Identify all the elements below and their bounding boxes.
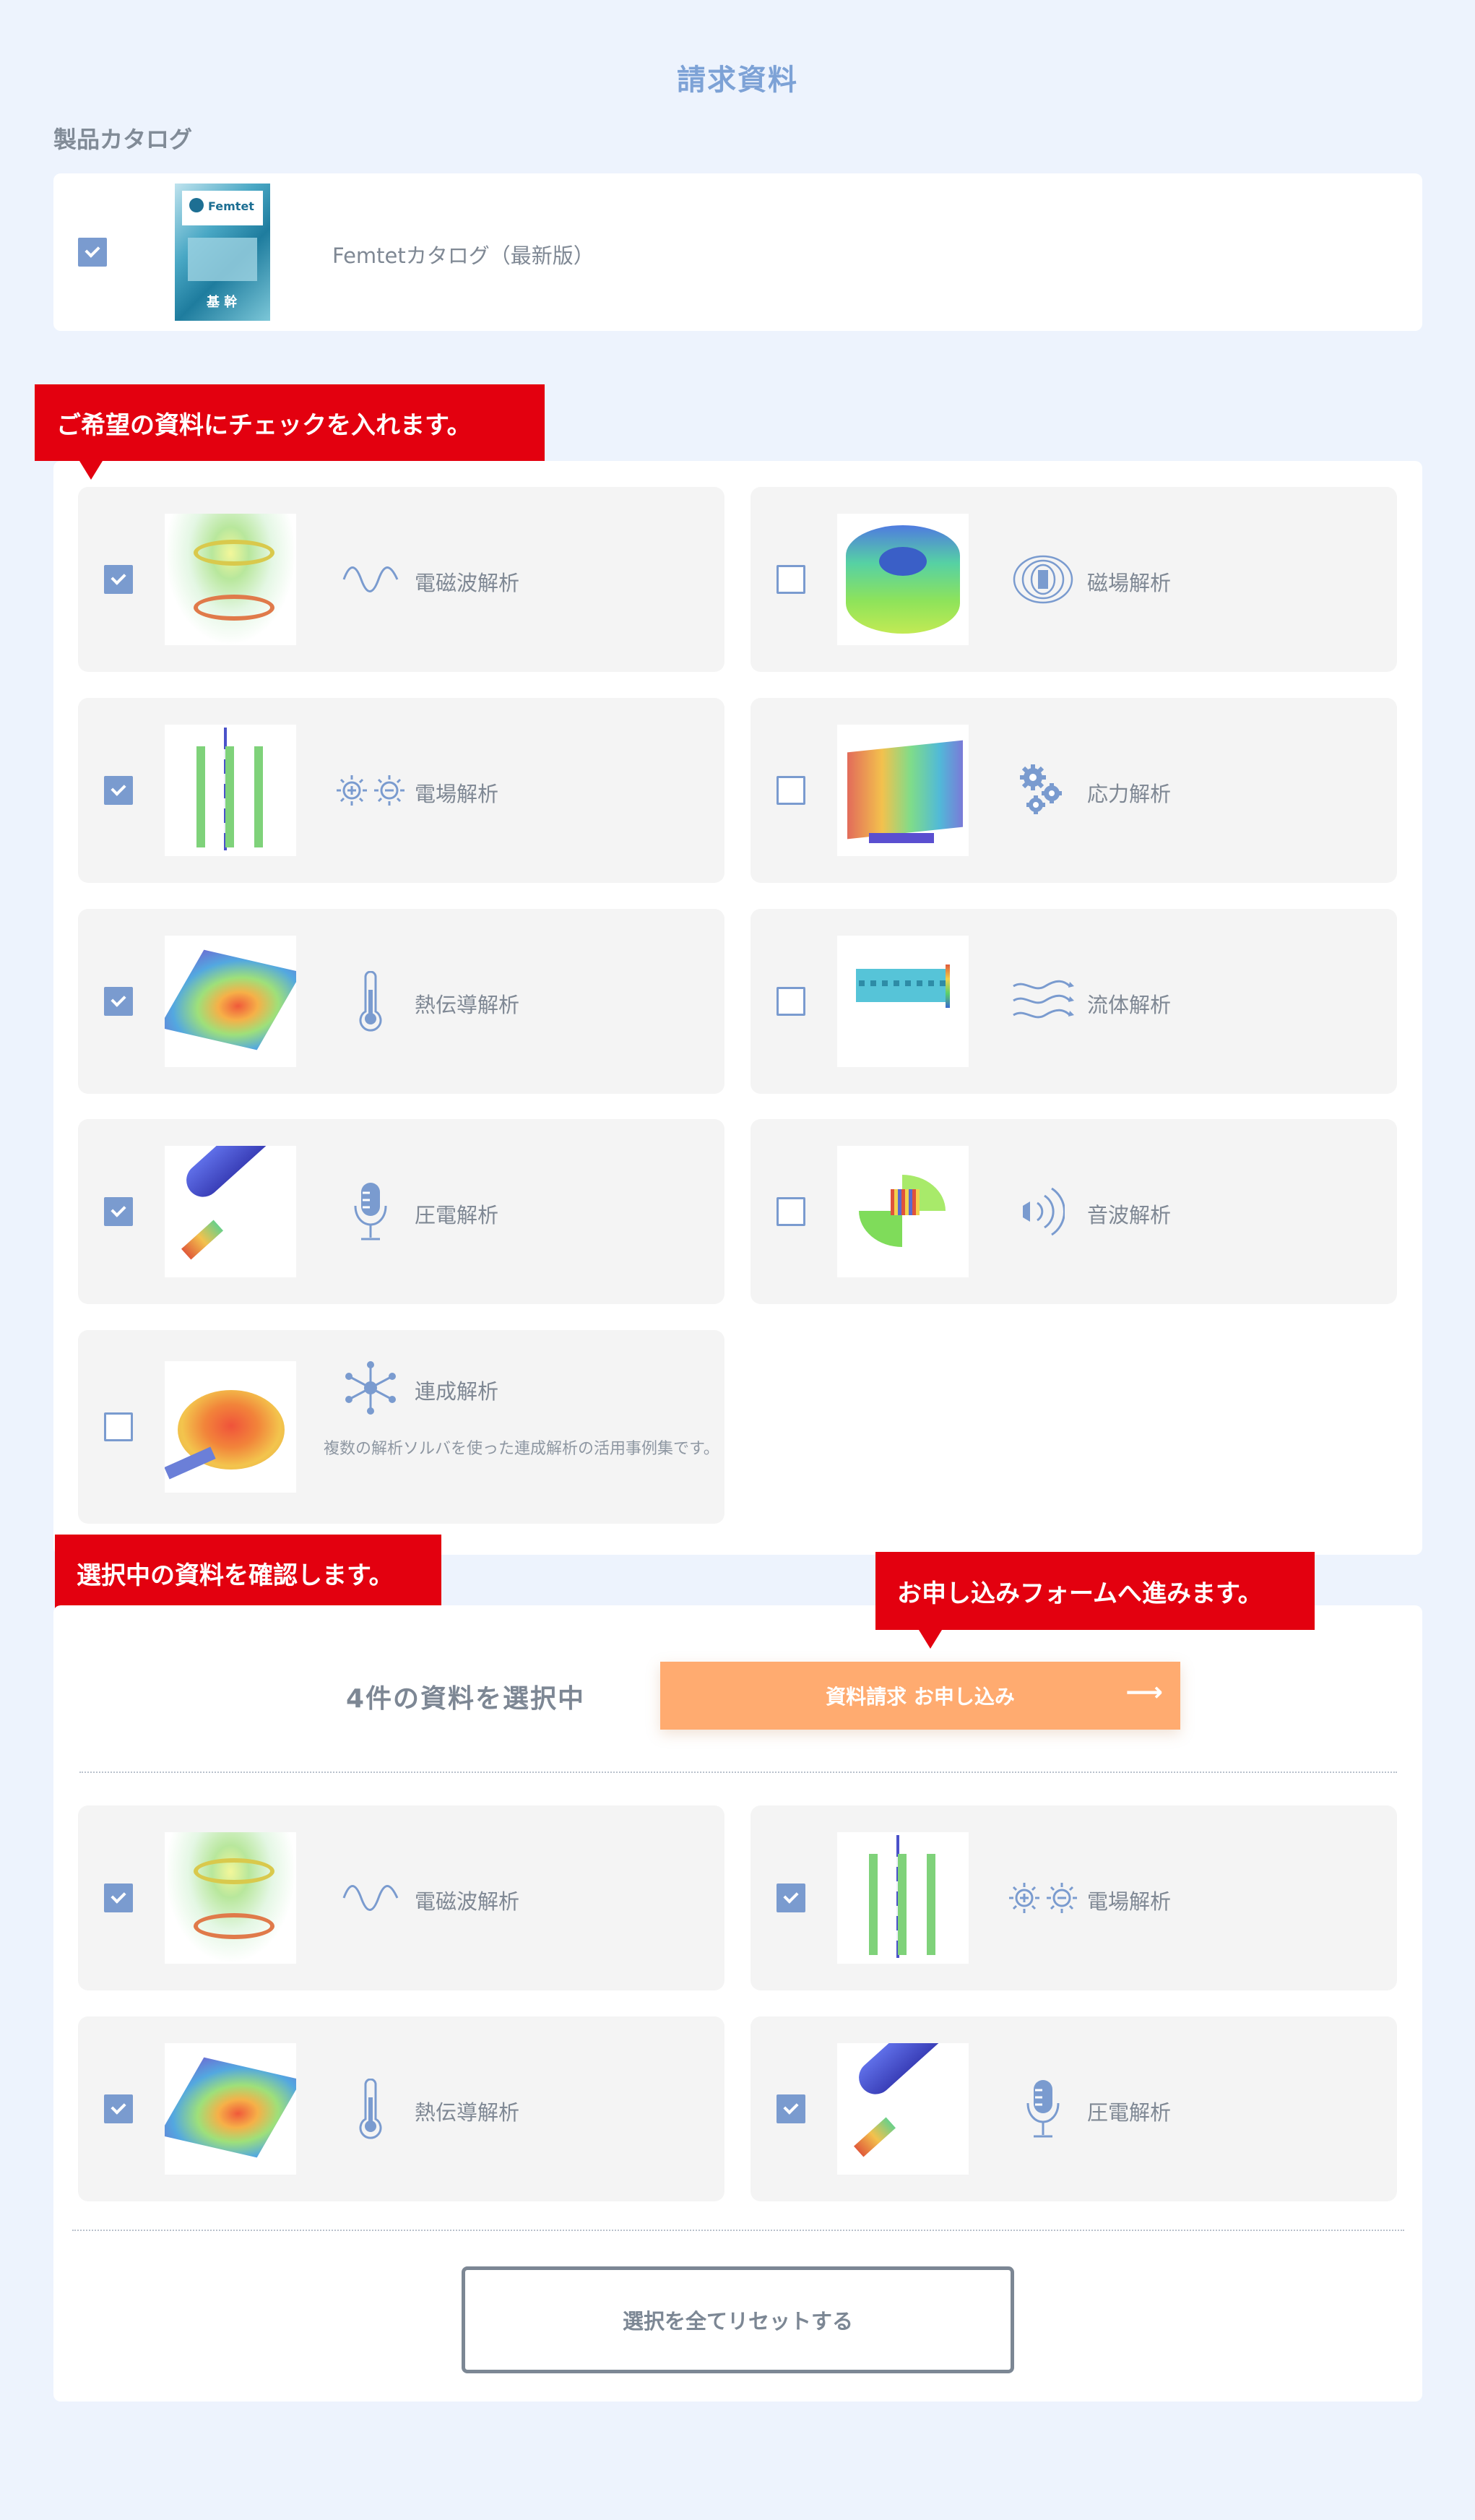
selected-2-card[interactable]: 電場解析 (751, 1805, 1397, 1990)
catalog-panel: Femtet 基 幹 Femtetカタログ（最新版） (53, 173, 1422, 331)
material-7-label: 圧電解析 (415, 1203, 499, 1227)
reset-selection-button[interactable]: 選択を全てリセットする (462, 2266, 1014, 2373)
selected-2-label: 電場解析 (1087, 1889, 1172, 1914)
logo-icon (189, 198, 204, 212)
selected-4-thumbnail (837, 2043, 969, 2175)
network-icon (331, 1358, 410, 1418)
wind-icon (1003, 971, 1083, 1032)
material-9-card[interactable]: 連成解析複数の解析ソルバを使った連成解析の活用事例集です。 (78, 1330, 724, 1524)
catalog-checkbox[interactable] (78, 238, 107, 267)
material-6-label: 流体解析 (1087, 993, 1172, 1017)
material-3-label: 電場解析 (415, 782, 499, 806)
catalog-cover-brand: Femtet (208, 199, 254, 213)
material-9-thumbnail (165, 1361, 296, 1493)
material-8-thumbnail (837, 1146, 969, 1277)
catalog-cover-image: Femtet 基 幹 (175, 184, 270, 321)
microphone-icon (331, 1181, 410, 1242)
material-9-description: 複数の解析ソルバを使った連成解析の活用事例集です。 (324, 1440, 719, 1458)
thermometer-icon (331, 2079, 410, 2139)
material-5-card[interactable]: 熱伝導解析 (78, 909, 724, 1094)
material-6-thumbnail (837, 936, 969, 1067)
material-8-checkbox[interactable] (777, 1197, 805, 1226)
material-1-checkbox[interactable] (104, 565, 133, 594)
callout-choose-pointer (79, 461, 103, 480)
material-4-label: 応力解析 (1087, 782, 1172, 806)
material-1-card[interactable]: 電磁波解析 (78, 487, 724, 672)
material-3-checkbox[interactable] (104, 776, 133, 805)
callout-confirm: 選択中の資料を確認します。 (55, 1535, 441, 1630)
microphone-icon (1003, 2079, 1083, 2139)
material-3-thumbnail (165, 725, 296, 856)
selected-1-label: 電磁波解析 (415, 1889, 520, 1914)
magnet-field-icon (1003, 549, 1083, 610)
catalog-item-label: Femtetカタログ（最新版） (332, 243, 594, 268)
reset-selection-label: 選択を全てリセットする (622, 2309, 853, 2334)
catalog-cover-text: 基 幹 (207, 295, 238, 310)
callout-confirm-text: 選択中の資料を確認します。 (77, 1561, 394, 1590)
charge-icon (331, 760, 410, 821)
selected-3-label: 熱伝導解析 (415, 2100, 520, 2125)
material-7-thumbnail (165, 1146, 296, 1277)
selected-2-checkbox[interactable] (777, 1883, 805, 1912)
material-5-label: 熱伝導解析 (415, 993, 520, 1017)
callout-choose-text: ご希望の資料にチェックを入れます。 (56, 410, 472, 440)
selection-divider-bottom (72, 2230, 1404, 2231)
charge-icon (1003, 1868, 1083, 1928)
material-1-thumbnail (165, 514, 296, 645)
material-6-checkbox[interactable] (777, 987, 805, 1016)
selection-count: 4件の資料を選択中 (346, 1684, 586, 1714)
selected-3-thumbnail (165, 2043, 296, 2175)
sine-wave-icon (331, 549, 410, 610)
material-1-label: 電磁波解析 (415, 571, 520, 595)
request-submit-button[interactable]: 資料請求 お申し込み ⟶ (660, 1662, 1180, 1730)
callout-choose: ご希望の資料にチェックを入れます。 (35, 384, 545, 480)
selected-3-card[interactable]: 熱伝導解析 (78, 2016, 724, 2201)
material-3-card[interactable]: 電場解析 (78, 698, 724, 883)
material-5-checkbox[interactable] (104, 987, 133, 1016)
material-4-card[interactable]: 応力解析 (751, 698, 1397, 883)
arrow-right-icon: ⟶ (1125, 1678, 1163, 1707)
selected-1-card[interactable]: 電磁波解析 (78, 1805, 724, 1990)
callout-proceed: お申し込みフォームへ進みます。 (875, 1552, 1315, 1649)
material-7-checkbox[interactable] (104, 1197, 133, 1226)
selection-divider-top (79, 1772, 1397, 1773)
material-2-card[interactable]: 磁場解析 (751, 487, 1397, 672)
selected-4-card[interactable]: 圧電解析 (751, 2016, 1397, 2201)
page-title: 請求資料 (677, 64, 798, 97)
material-5-thumbnail (165, 936, 296, 1067)
selected-3-checkbox[interactable] (104, 2094, 133, 2123)
selected-2-thumbnail (837, 1832, 969, 1964)
thermometer-icon (331, 971, 410, 1032)
material-4-checkbox[interactable] (777, 776, 805, 805)
selected-1-thumbnail (165, 1832, 296, 1964)
catalog-section-title: 製品カタログ (53, 126, 193, 153)
speaker-wave-icon (1003, 1181, 1083, 1242)
request-submit-label: 資料請求 お申し込み (826, 1685, 1015, 1709)
selected-4-label: 圧電解析 (1087, 2100, 1172, 2125)
material-9-checkbox[interactable] (104, 1412, 133, 1441)
callout-proceed-pointer (919, 1630, 942, 1649)
material-7-card[interactable]: 圧電解析 (78, 1119, 724, 1304)
material-2-thumbnail (837, 514, 969, 645)
selection-panel: 4件の資料を選択中 資料請求 お申し込み ⟶ 選択を全てリセットする (53, 1605, 1422, 2402)
sine-wave-icon (331, 1868, 410, 1928)
material-9-label: 連成解析 (415, 1379, 499, 1404)
material-2-label: 磁場解析 (1087, 571, 1172, 595)
material-4-thumbnail (837, 725, 969, 856)
material-8-label: 音波解析 (1087, 1203, 1172, 1227)
material-6-card[interactable]: 流体解析 (751, 909, 1397, 1094)
callout-proceed-text: お申し込みフォームへ進みます。 (897, 1579, 1263, 1608)
material-2-checkbox[interactable] (777, 565, 805, 594)
selected-4-checkbox[interactable] (777, 2094, 805, 2123)
selected-1-checkbox[interactable] (104, 1883, 133, 1912)
gears-icon (1003, 760, 1083, 821)
material-8-card[interactable]: 音波解析 (751, 1119, 1397, 1304)
